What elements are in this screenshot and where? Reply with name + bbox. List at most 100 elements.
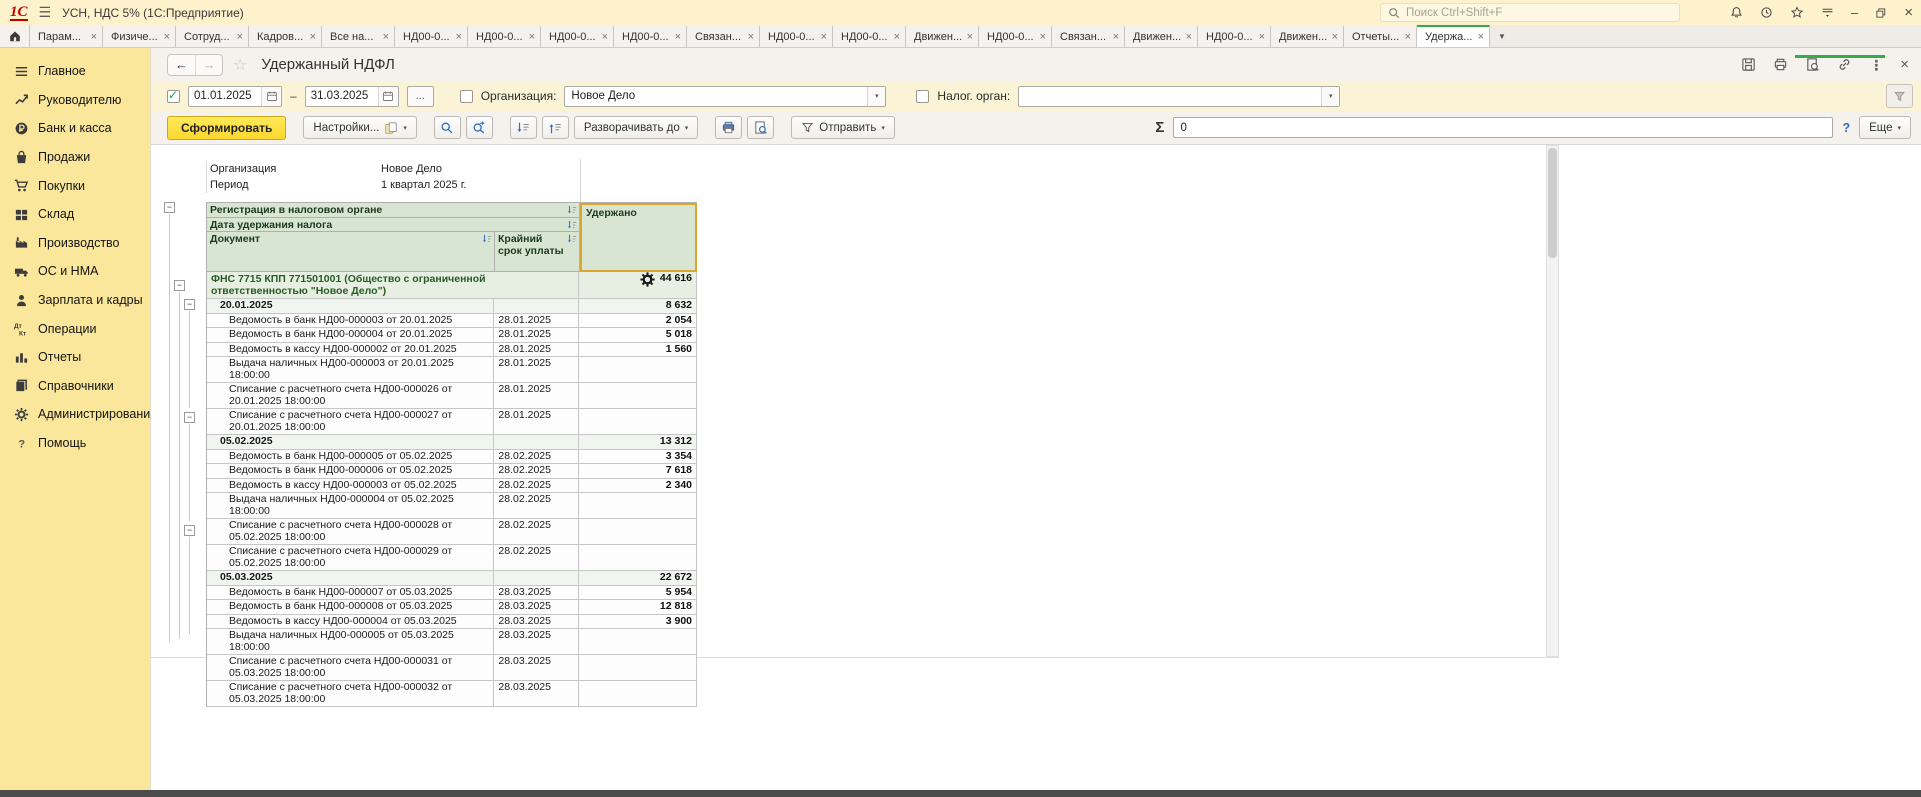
global-search-input[interactable]: Поиск Ctrl+Shift+F (1380, 3, 1680, 22)
document-cell[interactable]: Списание с расчетного счета НД00-000028 … (207, 519, 494, 545)
home-tab[interactable] (0, 25, 30, 47)
help-button[interactable]: ? (1842, 121, 1850, 135)
more-actions-button[interactable]: Еще ▾ (1859, 116, 1911, 139)
sidebar-item-main[interactable]: Главное (0, 57, 150, 86)
tax-authority-combo[interactable]: ▾ (1018, 86, 1340, 107)
document-cell[interactable]: Выдача наличных НД00-000004 от 05.02.202… (207, 493, 494, 519)
print-preview-icon[interactable] (1805, 57, 1820, 72)
expander-level0[interactable]: − (164, 202, 175, 213)
report-row[interactable]: Выдача наличных НД00-000005 от 05.03.202… (207, 629, 697, 655)
deadline-cell[interactable]: 28.02.2025 (494, 493, 579, 519)
header-deadline[interactable]: Крайний срок уплаты (495, 232, 580, 272)
report-row[interactable]: Списание с расчетного счета НД00-000032 … (207, 681, 697, 707)
sidebar-item-reports[interactable]: Отчеты (0, 343, 150, 372)
expander-group-1[interactable]: − (184, 299, 195, 310)
amount-cell[interactable]: 12 818 (579, 600, 697, 615)
tab-Движен[interactable]: Движен...× (1125, 25, 1198, 47)
report-row[interactable]: Ведомость в банк НД00-000004 от 20.01.20… (207, 328, 697, 343)
history-icon[interactable] (1760, 6, 1773, 19)
back-arrow-icon[interactable]: ← (168, 55, 195, 75)
document-cell[interactable]: Ведомость в банк НД00-000006 от 05.02.20… (207, 464, 494, 479)
minimize-icon[interactable]: – (1851, 6, 1858, 19)
print-button[interactable] (715, 116, 742, 139)
group-total-cell[interactable]: 8 632 (579, 299, 697, 314)
amount-cell[interactable]: 3 900 (579, 615, 697, 630)
expander-group-2[interactable]: − (184, 412, 195, 423)
tab-close-icon[interactable]: × (1113, 31, 1119, 43)
sidebar-item-production[interactable]: Производство (0, 229, 150, 258)
period-variants-button[interactable]: ... (407, 86, 434, 107)
tab-close-icon[interactable]: × (1040, 31, 1046, 43)
deadline-cell[interactable]: 28.01.2025 (494, 343, 579, 358)
report-row[interactable]: Ведомость в банк НД00-000008 от 05.03.20… (207, 600, 697, 615)
tab-НД000[interactable]: НД00-0...× (979, 25, 1052, 47)
expander-level1[interactable]: − (174, 280, 185, 291)
sidebar-item-help[interactable]: ?Помощь (0, 429, 150, 458)
group-row-20.01.2025[interactable]: 20.01.20258 632 (207, 299, 697, 314)
find-next-button[interactable] (466, 116, 493, 139)
tab-close-icon[interactable]: × (748, 31, 754, 43)
sidebar-item-directories[interactable]: Справочники (0, 372, 150, 401)
deadline-cell[interactable]: 28.02.2025 (494, 479, 579, 494)
report-row[interactable]: Ведомость в банк НД00-000003 от 20.01.20… (207, 314, 697, 329)
sidebar-item-purchases[interactable]: Покупки (0, 171, 150, 200)
deadline-cell[interactable]: 28.01.2025 (494, 357, 579, 383)
tab-close-icon[interactable]: × (529, 31, 535, 43)
amount-cell[interactable] (579, 409, 697, 435)
document-cell[interactable]: Ведомость в кассу НД00-000002 от 20.01.2… (207, 343, 494, 358)
deadline-cell[interactable]: 28.02.2025 (494, 545, 579, 571)
group-total-cell[interactable]: 13 312 (579, 435, 697, 450)
tab-close-icon[interactable]: × (967, 31, 973, 43)
sort-icon[interactable] (567, 205, 577, 215)
period-from-input[interactable]: 01.01.2025 (189, 87, 261, 106)
tab-НД000[interactable]: НД00-0...× (833, 25, 906, 47)
group-row-05.02.2025[interactable]: 05.02.2025 13 312 (207, 435, 697, 450)
tab-Движен[interactable]: Движен...× (906, 25, 979, 47)
organization-combo[interactable]: Новое Дело ▾ (564, 86, 886, 107)
close-window-icon[interactable]: × (1904, 6, 1913, 19)
deadline-cell[interactable]: 28.01.2025 (494, 328, 579, 343)
document-cell[interactable]: Списание с расчетного счета НД00-000026 … (207, 383, 494, 409)
document-cell[interactable]: Выдача наличных НД00-000003 от 20.01.202… (207, 357, 494, 383)
report-row[interactable]: Ведомость в банк НД00-000005 от 05.02.20… (207, 450, 697, 465)
tab-Связан[interactable]: Связан...× (687, 25, 760, 47)
amount-cell[interactable] (579, 493, 697, 519)
report-row[interactable]: Списание с расчетного счета НД00-000031 … (207, 655, 697, 681)
amount-cell[interactable] (579, 629, 697, 655)
deadline-cell[interactable]: 28.02.2025 (494, 519, 579, 545)
amount-cell[interactable] (579, 655, 697, 681)
tab-Отчеты[interactable]: Отчеты...× (1344, 25, 1417, 47)
report-total-row[interactable]: ФНС 7715 КПП 771501001 (Общество с огран… (207, 272, 697, 299)
document-cell[interactable]: Ведомость в банк НД00-000003 от 20.01.20… (207, 314, 494, 329)
tab-НД000[interactable]: НД00-0...× (1198, 25, 1271, 47)
tab-Парам[interactable]: Парам...× (30, 25, 103, 47)
document-cell[interactable]: Списание с расчетного счета НД00-000027 … (207, 409, 494, 435)
print-icon[interactable] (1773, 57, 1788, 72)
collapse-groups-button[interactable] (510, 116, 537, 139)
document-cell[interactable]: Списание с расчетного счета НД00-000032 … (207, 681, 494, 707)
settings-button[interactable]: Настройки... ▾ (303, 116, 417, 139)
sidebar-item-fixed-assets[interactable]: ОС и НМА (0, 257, 150, 286)
tab-close-icon[interactable]: × (456, 31, 462, 43)
deadline-cell[interactable]: 28.01.2025 (494, 409, 579, 435)
sidebar-item-manager[interactable]: Руководителю (0, 86, 150, 115)
generate-button[interactable]: Сформировать (167, 116, 286, 140)
tab-close-icon[interactable]: × (602, 31, 608, 43)
group-date-cell[interactable]: 05.02.2025 (207, 435, 494, 450)
document-cell[interactable]: Ведомость в кассу НД00-000004 от 05.03.2… (207, 615, 494, 630)
document-cell[interactable]: Списание с расчетного счета НД00-000031 … (207, 655, 494, 681)
document-cell[interactable]: Ведомость в банк НД00-000005 от 05.02.20… (207, 450, 494, 465)
tab-close-icon[interactable]: × (91, 31, 97, 43)
total-row-label[interactable]: ФНС 7715 КПП 771501001 (Общество с огран… (207, 272, 579, 299)
more-menu-icon[interactable]: ⋮ (1869, 58, 1883, 72)
sidebar-item-sales[interactable]: Продажи (0, 143, 150, 172)
chevron-down-icon[interactable]: ▾ (867, 87, 885, 106)
service-menu-icon[interactable] (1821, 6, 1834, 19)
amount-cell[interactable] (579, 383, 697, 409)
header-document[interactable]: Документ (207, 232, 495, 272)
deadline-cell[interactable]: 28.01.2025 (494, 383, 579, 409)
tab-Сотруд[interactable]: Сотруд...× (176, 25, 249, 47)
group-total-cell[interactable]: 22 672 (579, 571, 697, 586)
sidebar-item-warehouse[interactable]: Склад (0, 200, 150, 229)
calendar-icon[interactable] (378, 87, 398, 106)
